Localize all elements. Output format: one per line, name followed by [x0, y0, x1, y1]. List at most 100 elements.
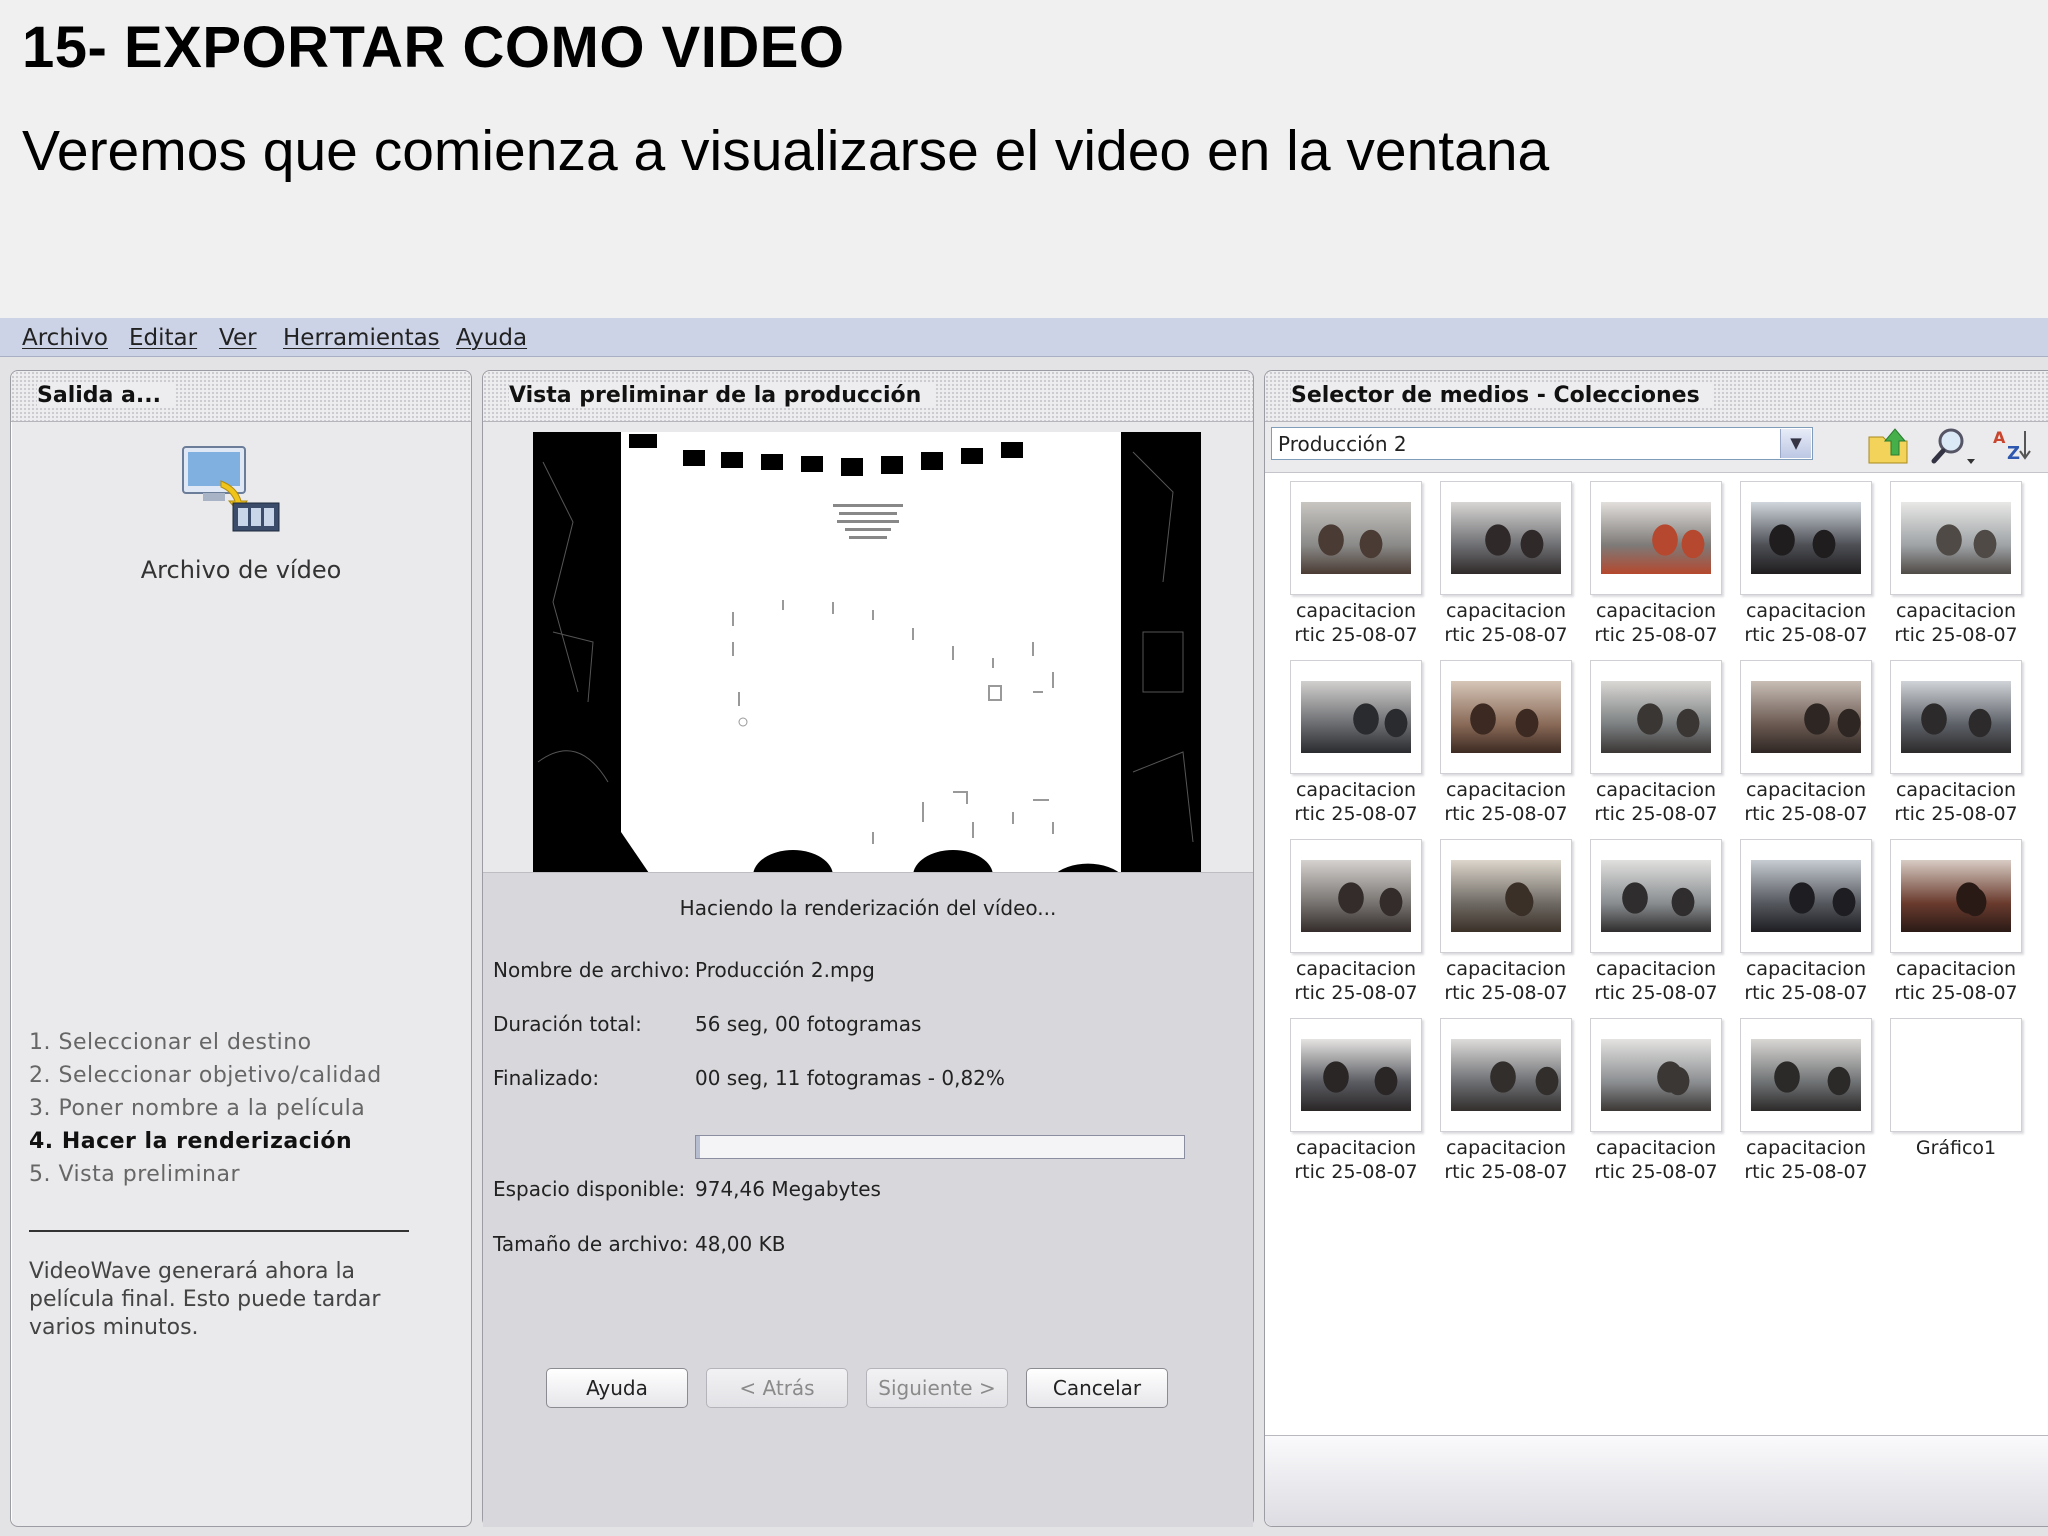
thumbnail-label: capacitacion rtic 25-08-07 [1594, 779, 1718, 825]
thumbnail-label: capacitacion rtic 25-08-07 [1294, 1137, 1418, 1183]
media-thumbnail[interactable]: capacitacion rtic 25-08-07 [1737, 1018, 1875, 1194]
thumbnail-label: capacitacion rtic 25-08-07 [1294, 600, 1418, 646]
thumbnail-photo [1751, 1039, 1861, 1111]
done-label: Finalizado: [493, 1066, 600, 1090]
thumbnail-photo [1901, 860, 2011, 932]
video-file-label[interactable]: Archivo de vídeo [11, 556, 471, 584]
thumbnail-frame [1590, 660, 1722, 774]
thumbnail-label: capacitacion rtic 25-08-07 [1444, 1137, 1568, 1183]
slide-subtitle: Veremos que comienza a visualizarse el v… [22, 119, 1550, 183]
media-thumbnail[interactable]: capacitacion rtic 25-08-07 [1887, 481, 2025, 657]
thumbnail-frame [1590, 481, 1722, 595]
thumbnail-frame [1590, 1018, 1722, 1132]
videowave-window: Archivo Editar Ver Herramientas Ayuda Sa… [0, 318, 2048, 1536]
thumbnail-label: capacitacion rtic 25-08-07 [1594, 958, 1718, 1004]
sort-az-icon[interactable]: A Z [1989, 425, 2035, 467]
media-thumbnail[interactable]: capacitacion rtic 25-08-07 [1587, 481, 1725, 657]
filesize-label: Tamaño de archivo: [493, 1232, 689, 1256]
thumbnail-frame [1440, 1018, 1572, 1132]
media-thumbnail[interactable]: capacitacion rtic 25-08-07 [1737, 481, 1875, 657]
thumbnail-photo [1301, 502, 1411, 574]
thumbnail-frame [1440, 481, 1572, 595]
render-progress-area: Haciendo la renderización del vídeo... N… [483, 872, 1253, 1527]
media-thumbnail[interactable]: capacitacion rtic 25-08-07 [1437, 660, 1575, 836]
media-thumbnail[interactable]: capacitacion rtic 25-08-07 [1287, 839, 1425, 1015]
slide-header: 15- EXPORTAR COMO VIDEO Veremos que comi… [0, 0, 2048, 318]
thumbnail-frame [1890, 1018, 2022, 1132]
thumbnail-photo [1901, 681, 2011, 753]
media-panel-header: Selector de medios - Colecciones [1265, 371, 2048, 422]
menu-ver[interactable]: Ver [219, 325, 257, 351]
collection-select[interactable]: Producción 2 ▼ [1271, 427, 1813, 460]
space-value: 974,46 Megabytes [695, 1177, 881, 1201]
thumbnail-label: capacitacion rtic 25-08-07 [1444, 779, 1568, 825]
thumbnail-frame [1740, 839, 1872, 953]
media-thumbnail[interactable]: capacitacion rtic 25-08-07 [1587, 660, 1725, 836]
step-4-current: 4. Hacer la renderización [29, 1129, 353, 1154]
thumbnail-label: capacitacion rtic 25-08-07 [1444, 958, 1568, 1004]
media-thumbnail[interactable]: capacitacion rtic 25-08-07 [1287, 481, 1425, 657]
thumbnail-label: capacitacion rtic 25-08-07 [1594, 1137, 1718, 1183]
menu-herramientas[interactable]: Herramientas [283, 325, 440, 351]
thumbnail-photo [1901, 502, 2011, 574]
back-button[interactable]: < Atrás [706, 1368, 848, 1408]
media-thumbnail[interactable]: capacitacion rtic 25-08-07 [1437, 839, 1575, 1015]
thumbnail-label: capacitacion rtic 25-08-07 [1894, 958, 2018, 1004]
folder-up-icon[interactable] [1865, 425, 1911, 467]
step-1: 1. Seleccionar el destino [29, 1030, 312, 1055]
thumbnail-photo [1601, 860, 1711, 932]
render-note: VideoWave generará ahora la película fin… [29, 1259, 381, 1340]
thumbnail-label: capacitacion rtic 25-08-07 [1444, 600, 1568, 646]
menu-archivo[interactable]: Archivo [22, 325, 108, 351]
thumbnail-label: capacitacion rtic 25-08-07 [1894, 779, 2018, 825]
media-thumbnail[interactable]: capacitacion rtic 25-08-07 [1587, 1018, 1725, 1194]
thumbnail-label: capacitacion rtic 25-08-07 [1294, 779, 1418, 825]
preview-panel-header: Vista preliminar de la producción [483, 371, 1253, 422]
media-thumbnail[interactable]: capacitacion rtic 25-08-07 [1587, 839, 1725, 1015]
preview-area [483, 422, 1253, 876]
media-thumbnail[interactable]: capacitacion rtic 25-08-07 [1437, 1018, 1575, 1194]
help-button[interactable]: Ayuda [546, 1368, 688, 1408]
thumbnail-label: capacitacion rtic 25-08-07 [1594, 600, 1718, 646]
svg-text:Z: Z [2007, 443, 2020, 464]
output-panel-header: Salida a... [11, 371, 471, 422]
media-thumbnail[interactable]: capacitacion rtic 25-08-07 [1737, 660, 1875, 836]
thumbnail-photo [1601, 502, 1711, 574]
media-panel-footer [1265, 1435, 2048, 1526]
media-thumbnail[interactable]: capacitacion rtic 25-08-07 [1887, 660, 2025, 836]
menu-bar: Archivo Editar Ver Herramientas Ayuda [0, 318, 2048, 357]
media-thumbnail[interactable]: capacitacion rtic 25-08-07 [1287, 660, 1425, 836]
media-thumbnail[interactable]: Gráfico1 [1887, 1018, 2025, 1194]
chevron-down-icon[interactable]: ▼ [1780, 429, 1811, 458]
thumbnail-frame [1890, 839, 2022, 953]
thumbnail-label: capacitacion rtic 25-08-07 [1894, 600, 2018, 646]
search-icon[interactable] [1931, 425, 1977, 467]
thumbnail-photo [1751, 502, 1861, 574]
menu-ayuda[interactable]: Ayuda [456, 325, 527, 351]
media-toolbar: Producción 2 ▼ A Z [1265, 422, 2048, 473]
thumbnail-frame [1290, 481, 1422, 595]
thumbnail-frame [1740, 481, 1872, 595]
thumbnail-label: capacitacion rtic 25-08-07 [1744, 958, 1868, 1004]
thumbnail-photo [1451, 1039, 1561, 1111]
media-thumbnail[interactable]: capacitacion rtic 25-08-07 [1887, 839, 2025, 1015]
thumbnail-photo [1751, 681, 1861, 753]
video-file-icon[interactable] [181, 443, 281, 533]
thumbnail-frame [1890, 481, 2022, 595]
output-panel-title: Salida a... [37, 383, 175, 408]
thumbnail-frame [1590, 839, 1722, 953]
next-button[interactable]: Siguiente > [866, 1368, 1008, 1408]
media-thumbnail[interactable]: capacitacion rtic 25-08-07 [1437, 481, 1575, 657]
menu-editar[interactable]: Editar [129, 325, 197, 351]
media-selector-panel: Selector de medios - Colecciones Producc… [1264, 370, 2048, 1527]
media-panel-title: Selector de medios - Colecciones [1291, 383, 1714, 408]
cancel-button[interactable]: Cancelar [1026, 1368, 1168, 1408]
svg-text:A: A [1993, 428, 2006, 447]
filename-label: Nombre de archivo: [493, 958, 691, 982]
thumbnail-frame [1290, 839, 1422, 953]
space-label: Espacio disponible: [493, 1177, 686, 1201]
media-thumbnail[interactable]: capacitacion rtic 25-08-07 [1287, 1018, 1425, 1194]
thumbnail-label: capacitacion rtic 25-08-07 [1744, 1137, 1868, 1183]
media-thumbnail[interactable]: capacitacion rtic 25-08-07 [1737, 839, 1875, 1015]
thumbnail-photo [1451, 681, 1561, 753]
